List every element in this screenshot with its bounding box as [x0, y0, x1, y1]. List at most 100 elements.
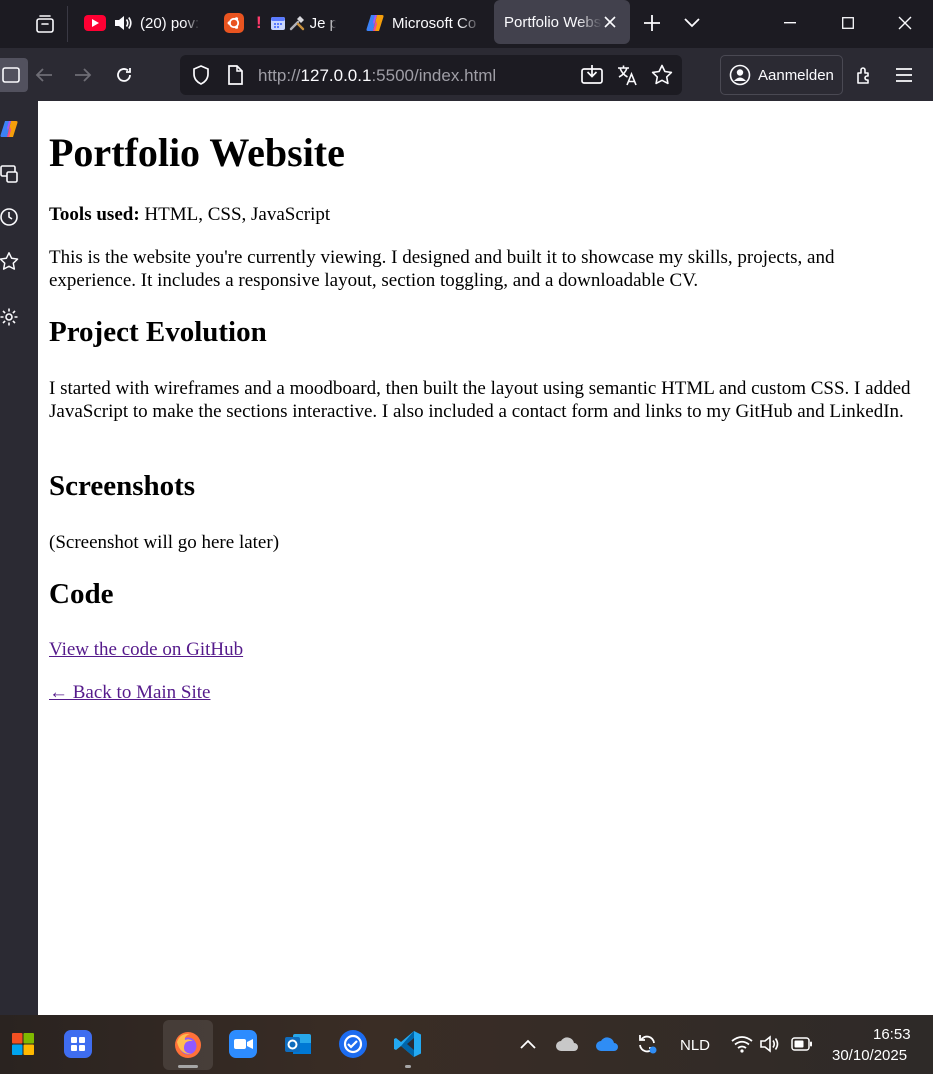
audio-playing-icon[interactable] [114, 15, 132, 31]
zoom-taskbar-button[interactable] [227, 1028, 259, 1060]
evolution-heading: Project Evolution [49, 316, 267, 348]
widgets-button[interactable] [62, 1028, 94, 1060]
active-indicator [178, 1065, 198, 1068]
clock-date[interactable]: 30/10/2025 [832, 1047, 907, 1064]
synced-tabs-icon[interactable] [0, 161, 22, 187]
extensions-button[interactable] [848, 58, 882, 92]
windows-start-icon [12, 1033, 34, 1055]
save-to-device-icon[interactable] [581, 64, 603, 89]
start-button[interactable] [7, 1028, 39, 1060]
url-host: 127.0.0.1 [300, 66, 372, 85]
running-indicator [405, 1065, 411, 1068]
tab-separator [67, 6, 68, 42]
calendar-icon [270, 15, 286, 31]
tools-used: Tools used: HTML, CSS, JavaScript [49, 203, 921, 226]
wifi-icon [731, 1036, 753, 1053]
tab-title: Je p [309, 14, 336, 32]
tab-youtube[interactable]: (20) pov: [80, 0, 200, 46]
vscode-icon [394, 1031, 421, 1057]
battery-tray[interactable] [786, 1028, 818, 1060]
windows-taskbar: NLD 16:53 30/10/2025 [0, 1015, 933, 1074]
close-tab-icon[interactable] [604, 16, 616, 28]
menu-button[interactable] [887, 58, 921, 92]
vscode-taskbar-button[interactable] [392, 1028, 424, 1068]
cloud-icon [556, 1037, 578, 1051]
bookmark-star-icon[interactable] [651, 64, 673, 90]
copilot-icon [365, 13, 385, 33]
list-all-tabs-button[interactable] [678, 8, 706, 38]
screen: (20) pov: ! Je p Microsoft Co Portfolio … [0, 0, 933, 1074]
back-button[interactable] [27, 58, 61, 92]
language-indicator[interactable]: NLD [680, 1037, 710, 1054]
firefox-view-icon [36, 15, 54, 33]
history-icon[interactable] [0, 204, 22, 230]
tab-copilot[interactable]: Microsoft Co [364, 0, 482, 46]
onedrive-tray[interactable] [591, 1028, 623, 1060]
settings-gear-icon[interactable] [0, 304, 22, 330]
firefox-view-button[interactable] [27, 6, 63, 42]
minimize-button[interactable] [762, 0, 818, 46]
sidebar-toggle-button[interactable] [0, 58, 28, 92]
translate-icon[interactable] [616, 64, 638, 91]
tools-value: HTML, CSS, JavaScript [139, 204, 331, 225]
close-window-button[interactable] [877, 0, 933, 46]
forward-button[interactable] [66, 58, 100, 92]
minimize-icon [784, 22, 796, 24]
zoom-icon [229, 1030, 257, 1058]
battery-icon [791, 1037, 812, 1051]
hamburger-menu-icon [896, 68, 912, 82]
browser-sidebar [0, 101, 38, 1015]
reload-icon [117, 68, 131, 82]
extensions-icon [857, 67, 869, 84]
tab-bar: (20) pov: ! Je p Microsoft Co Portfolio … [0, 0, 933, 48]
sync-app-taskbar-button[interactable] [337, 1028, 369, 1060]
evolution-paragraph: I started with wireframes and a moodboar… [49, 378, 911, 422]
cloud-sync-tray[interactable] [551, 1028, 583, 1060]
arrow-left-icon [35, 68, 52, 82]
bookmarks-icon[interactable] [0, 248, 22, 274]
back-to-main-link[interactable]: ← Back to Main Site [49, 682, 210, 703]
url-path: :5500/index.html [371, 66, 497, 85]
plus-icon [644, 15, 660, 31]
task-view-icon [64, 1030, 92, 1058]
close-icon [898, 16, 912, 30]
copilot-sidebar-icon[interactable] [0, 116, 22, 142]
github-link-paragraph: View the code on GitHub [49, 638, 921, 661]
outlook-taskbar-button[interactable] [282, 1028, 314, 1060]
tab-portfolio-active[interactable]: Portfolio Webs [494, 0, 630, 44]
tab-ubuntu[interactable]: ! Je p [222, 0, 340, 46]
github-link[interactable]: View the code on GitHub [49, 639, 243, 660]
navigation-toolbar: http://127.0.0.1:5500/index.html Aanmeld… [0, 48, 933, 101]
screenshots-heading: Screenshots [49, 470, 196, 502]
arrow-right-icon [75, 68, 92, 82]
page-title: Portfolio Website [49, 130, 345, 175]
new-tab-button[interactable] [638, 8, 666, 38]
reload-button[interactable] [107, 58, 141, 92]
update-tray[interactable] [631, 1028, 663, 1060]
shield-icon[interactable] [192, 65, 210, 90]
maximize-icon [842, 17, 854, 29]
outlook-icon [285, 1034, 311, 1054]
page-content: Portfolio Website Tools used: HTML, CSS,… [38, 101, 933, 1015]
chevron-down-icon [684, 18, 700, 28]
sign-in-label: Aanmelden [758, 66, 834, 84]
firefox-taskbar-button[interactable] [163, 1020, 213, 1070]
tools-label: Tools used: [49, 204, 140, 225]
tab-title: Microsoft Co [392, 14, 477, 32]
url-bar[interactable]: http://127.0.0.1:5500/index.html [180, 55, 682, 95]
url-text[interactable]: http://127.0.0.1:5500/index.html [258, 66, 496, 86]
clock-time[interactable]: 16:53 [873, 1026, 911, 1043]
page-info-icon[interactable] [227, 65, 243, 90]
refresh-status-icon [639, 1035, 657, 1054]
volume-tray[interactable] [754, 1028, 786, 1060]
onedrive-icon [596, 1037, 618, 1051]
maximize-button[interactable] [820, 0, 876, 46]
speaker-icon [760, 1035, 779, 1053]
url-scheme: http:// [258, 66, 301, 85]
sign-in-button[interactable]: Aanmelden [720, 55, 843, 95]
tab-title: (20) pov: [140, 14, 200, 32]
attention-indicator: ! [256, 13, 262, 32]
show-hidden-icons-button[interactable] [512, 1028, 544, 1060]
youtube-icon [84, 15, 106, 31]
tools-icon [289, 15, 305, 31]
